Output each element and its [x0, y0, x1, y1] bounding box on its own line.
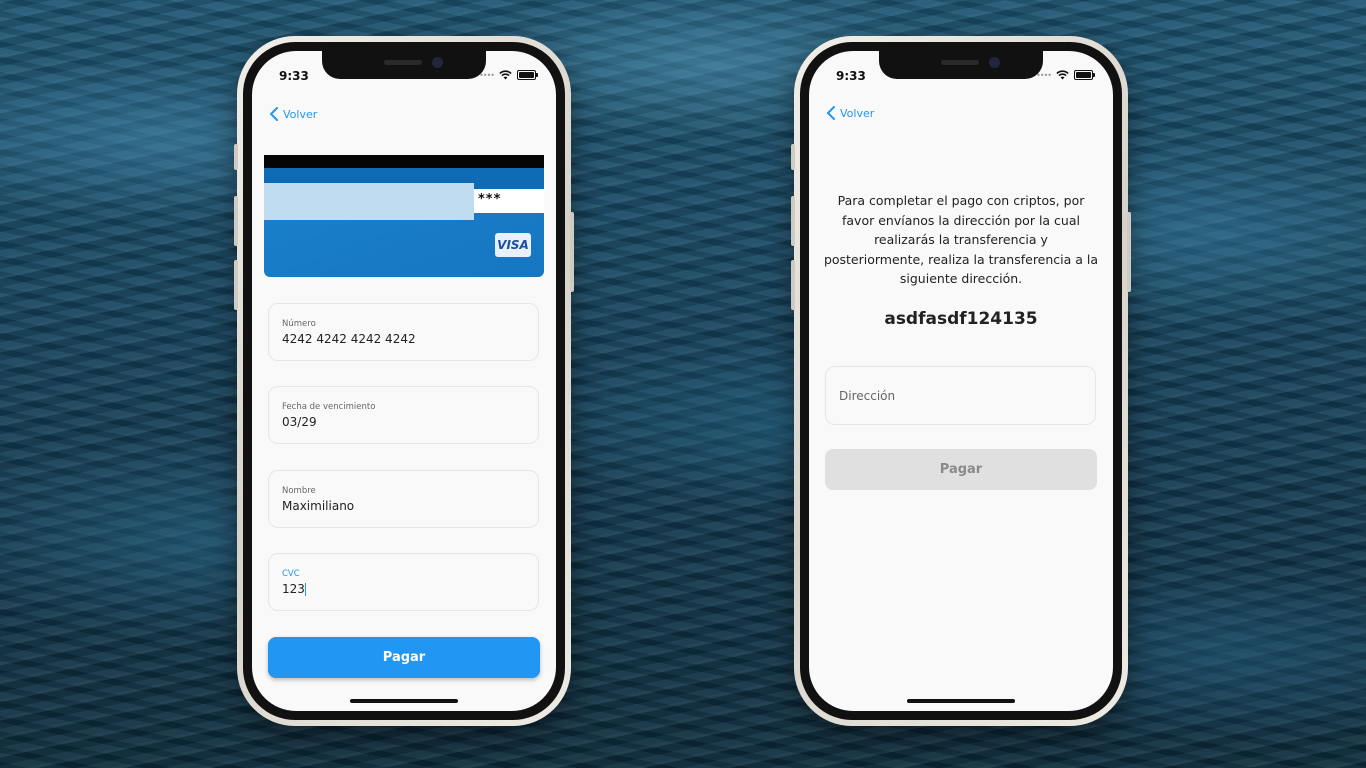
credit-card-back-preview: *** VISA [264, 155, 544, 277]
address-input-placeholder: Dirección [839, 389, 896, 403]
card-number-value: 4242 4242 4242 4242 [282, 332, 416, 346]
expiry-date-label: Fecha de vencimiento [282, 402, 376, 412]
wifi-icon [1056, 70, 1069, 80]
phone-power-button [1127, 212, 1131, 292]
status-icons: •••• [479, 70, 538, 80]
phone-side-button [234, 144, 238, 170]
cardholder-name-label: Nombre [282, 486, 316, 496]
cvc-value: 123 [282, 582, 305, 596]
phone-volume-up-button [234, 196, 238, 246]
status-icons: •••• [1036, 70, 1095, 80]
phone-bezel: 9:33 •••• Volver Para completar el pago … [800, 42, 1122, 720]
address-input-field[interactable]: Dirección [825, 366, 1096, 425]
chevron-left-icon [827, 106, 835, 120]
text-cursor [304, 583, 306, 596]
cardholder-name-value: Maximiliano [282, 499, 355, 513]
phone-notch [879, 51, 1043, 79]
battery-icon [517, 70, 538, 80]
cvc-input-line: 123 [282, 582, 306, 596]
card-number-field[interactable]: Número 4242 4242 4242 4242 [268, 303, 539, 361]
expiry-date-value: 03/29 [282, 415, 317, 429]
back-button-label: Volver [283, 107, 318, 121]
status-time: 9:33 [279, 69, 309, 83]
phone-crypto-payment: 9:33 •••• Volver Para completar el pago … [791, 36, 1131, 726]
wallet-address: asdfasdf124135 [884, 309, 1038, 329]
speaker-grille [941, 60, 979, 65]
card-magnetic-stripe [264, 155, 544, 168]
card-signature-strip [264, 183, 474, 220]
phone-notch [322, 51, 486, 79]
cvc-field[interactable]: CVC 123 [268, 553, 539, 611]
visa-logo-icon: VISA [495, 233, 531, 257]
phone-volume-down-button [791, 260, 795, 310]
phone-card-payment: 9:33 •••• Volver *** VISA Número 4242 42… [234, 36, 574, 726]
phone-side-button [791, 144, 795, 170]
chevron-left-icon [270, 107, 278, 121]
home-indicator [350, 699, 458, 703]
back-button-label: Volver [840, 106, 875, 120]
phone-power-button [570, 212, 574, 292]
cardholder-name-field[interactable]: Nombre Maximiliano [268, 470, 539, 528]
back-button[interactable]: Volver [269, 107, 317, 121]
card-payment-screen: 9:33 •••• Volver *** VISA Número 4242 42… [252, 51, 556, 711]
wifi-icon [499, 70, 512, 80]
front-camera [989, 57, 1000, 68]
front-camera [432, 57, 443, 68]
card-number-label: Número [282, 319, 316, 329]
phone-volume-up-button [791, 196, 795, 246]
cvc-label: CVC [282, 569, 300, 579]
home-indicator [907, 699, 1015, 703]
expiry-date-field[interactable]: Fecha de vencimiento 03/29 [268, 386, 539, 444]
phone-bezel: 9:33 •••• Volver *** VISA Número 4242 42… [243, 42, 565, 720]
pay-button-disabled[interactable]: Pagar [825, 449, 1097, 490]
card-cvc-mask: *** [474, 189, 544, 213]
crypto-instructions-text: Para completar el pago con criptos, por … [823, 193, 1099, 286]
battery-icon [1074, 70, 1095, 80]
back-button[interactable]: Volver [826, 106, 874, 120]
phone-volume-down-button [234, 260, 238, 310]
crypto-payment-screen: 9:33 •••• Volver Para completar el pago … [809, 51, 1113, 711]
pay-button[interactable]: Pagar [268, 637, 540, 678]
speaker-grille [384, 60, 422, 65]
status-time: 9:33 [836, 69, 866, 83]
